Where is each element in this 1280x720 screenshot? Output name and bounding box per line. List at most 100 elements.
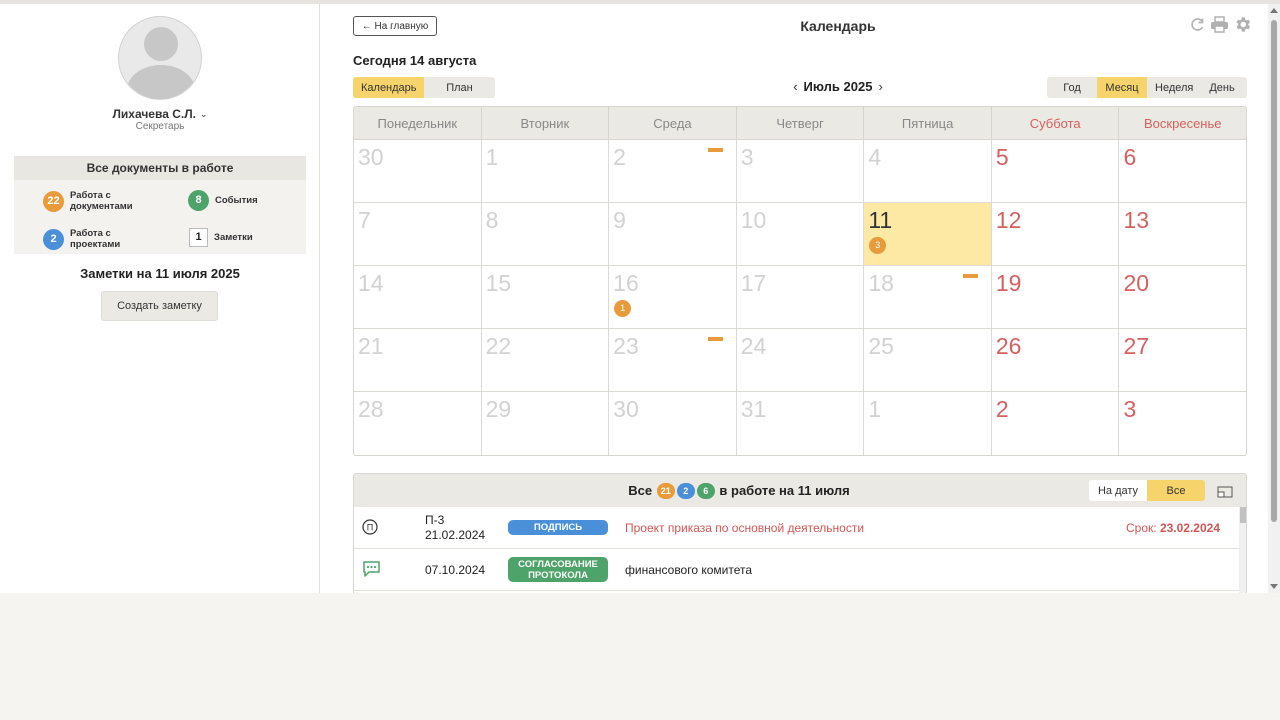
prev-month-button[interactable]: ‹ (793, 79, 797, 94)
calendar-day[interactable]: 5 (992, 140, 1120, 202)
docs-summary: Все документы в работе 22 Работа с докум… (14, 156, 306, 254)
calendar-day[interactable]: 18 (864, 266, 992, 328)
work-panel: Все 21 2 6 в работе на 11 июля На дату Все… (353, 473, 1247, 593)
panel-scrollbar[interactable] (1239, 507, 1246, 593)
calendar-day[interactable]: 27 (1119, 329, 1246, 391)
page-title: Календарь (800, 18, 876, 34)
work-row[interactable]: П П-3 21.02.2024 ПОДПИСЬ Проект приказа … (354, 507, 1240, 549)
stat-projects[interactable]: 2 Работа с проектами (43, 228, 152, 250)
work-row[interactable]: 07.10.2024 СОГЛАСОВАНИЕ ПРОТОКОЛА финанс… (354, 549, 1240, 591)
calendar-day-selected[interactable]: 11 3 (864, 203, 992, 265)
calendar-day[interactable]: 30 (609, 392, 737, 455)
calendar-day[interactable]: 21 (354, 329, 482, 391)
calendar-day[interactable]: 3 (737, 140, 865, 202)
stat-documents[interactable]: 22 Работа с документами (43, 190, 152, 212)
row-subject[interactable]: Проект приказа по основной деятельности (625, 521, 864, 535)
scale-year[interactable]: Год (1047, 77, 1097, 98)
day-number: 28 (358, 396, 384, 422)
scale-month[interactable]: Месяц (1097, 77, 1147, 98)
calendar-day[interactable]: 31 (737, 392, 865, 455)
calendar-grid: Понедельник Вторник Среда Четверг Пятниц… (353, 106, 1247, 456)
calendar-day[interactable]: 30 (354, 140, 482, 202)
calendar-day[interactable]: 25 (864, 329, 992, 391)
user-name-text: Лихачева С.Л. (112, 107, 196, 121)
day-number: 30 (358, 144, 384, 170)
scroll-up-icon[interactable] (1270, 8, 1278, 13)
row-subject[interactable]: финансового комитета (625, 563, 752, 577)
calendar-day[interactable]: 16 1 (609, 266, 737, 328)
day-event-count-badge[interactable]: 3 (869, 237, 887, 254)
stat-notes[interactable]: 1 Заметки (189, 228, 296, 247)
scroll-down-icon[interactable] (1270, 584, 1278, 589)
calendar-day[interactable]: 2 (609, 140, 737, 202)
scale-day[interactable]: День (1197, 77, 1247, 98)
work-panel-title: Все 21 2 6 в работе на 11 июля (354, 483, 1124, 499)
weekday-sat: Суббота (992, 107, 1120, 139)
create-note-button[interactable]: Создать заметку (101, 291, 218, 321)
calendar-day[interactable]: 6 (1119, 140, 1246, 202)
calendar-day[interactable]: 3 (1119, 392, 1246, 455)
day-number: 10 (740, 207, 767, 233)
day-number: 8 (485, 207, 499, 233)
day-number: 1 (868, 396, 882, 422)
calendar-day[interactable]: 14 (354, 266, 482, 328)
calendar-day[interactable]: 8 (482, 203, 610, 265)
calendar-day[interactable]: 1 (864, 392, 992, 455)
calendar-day[interactable]: 15 (482, 266, 610, 328)
calendar-day[interactable]: 12 (992, 203, 1120, 265)
calendar-day[interactable]: 17 (737, 266, 865, 328)
day-number: 1 (485, 144, 499, 170)
page-scrollbar[interactable] (1268, 4, 1280, 593)
expand-icon[interactable] (1217, 485, 1233, 503)
stat-events[interactable]: 8 События (188, 190, 297, 211)
calendar-day[interactable]: 20 (1119, 266, 1246, 328)
chevron-down-icon[interactable]: ⌄ (200, 109, 208, 120)
calendar-day[interactable]: 26 (992, 329, 1120, 391)
row-deadline: Срок: 23.02.2024 (1126, 521, 1220, 535)
status-badge: ПОДПИСЬ (508, 520, 608, 535)
day-number: 22 (485, 333, 512, 359)
next-month-button[interactable]: › (878, 79, 882, 94)
deadline-date: 23.02.2024 (1159, 521, 1220, 535)
calendar-day[interactable]: 2 (992, 392, 1120, 455)
calendar-day[interactable]: 4 (864, 140, 992, 202)
filter-all[interactable]: Все (1147, 480, 1205, 501)
user-name[interactable]: Лихачева С.Л. ⌄ (0, 107, 320, 121)
print-icon[interactable] (1210, 16, 1229, 38)
calendar-day[interactable]: 9 (609, 203, 737, 265)
day-number: 12 (995, 207, 1022, 233)
panel-scrollbar-thumb[interactable] (1240, 507, 1246, 523)
calendar-day[interactable]: 23 (609, 329, 737, 391)
day-number: 24 (740, 333, 767, 359)
day-number: 21 (358, 333, 384, 359)
day-number: 19 (995, 270, 1022, 296)
weekday-header: Понедельник Вторник Среда Четверг Пятниц… (354, 107, 1246, 140)
calendar-day[interactable]: 28 (354, 392, 482, 455)
avatar[interactable] (118, 16, 202, 100)
stat-notes-count: 1 (189, 228, 208, 247)
calendar-day[interactable]: 24 (737, 329, 865, 391)
calendar-day[interactable]: 10 (737, 203, 865, 265)
calendar-day[interactable]: 7 (354, 203, 482, 265)
avatar-body (127, 65, 195, 99)
calendar-day[interactable]: 22 (482, 329, 610, 391)
scale-week[interactable]: Неделя (1147, 77, 1197, 98)
page-scrollbar-thumb[interactable] (1271, 20, 1277, 522)
day-number: 2 (613, 144, 626, 170)
work-panel-suffix: в работе на 11 июля (719, 483, 850, 498)
day-event-count-badge[interactable]: 1 (614, 300, 632, 317)
filter-on-date[interactable]: На дату (1089, 480, 1147, 501)
calendar-day[interactable]: 19 (992, 266, 1120, 328)
scale-toggle: Год Месяц Неделя День (1047, 77, 1247, 98)
day-number: 5 (995, 144, 1009, 170)
calendar-body: 30 1 2 3 4 5 6 7 8 9 10 11 3 12 13 14 15 16 1 17 18 19 20 21 22 2… (354, 140, 1246, 455)
day-number: 3 (1123, 396, 1137, 422)
refresh-icon[interactable] (1189, 16, 1206, 38)
row-code: П-3 (425, 513, 445, 527)
day-number: 15 (485, 270, 512, 296)
calendar-day[interactable]: 13 (1119, 203, 1246, 265)
calendar-day[interactable]: 29 (482, 392, 610, 455)
day-marker (962, 274, 978, 278)
calendar-day[interactable]: 1 (482, 140, 610, 202)
gear-icon[interactable] (1233, 15, 1252, 39)
